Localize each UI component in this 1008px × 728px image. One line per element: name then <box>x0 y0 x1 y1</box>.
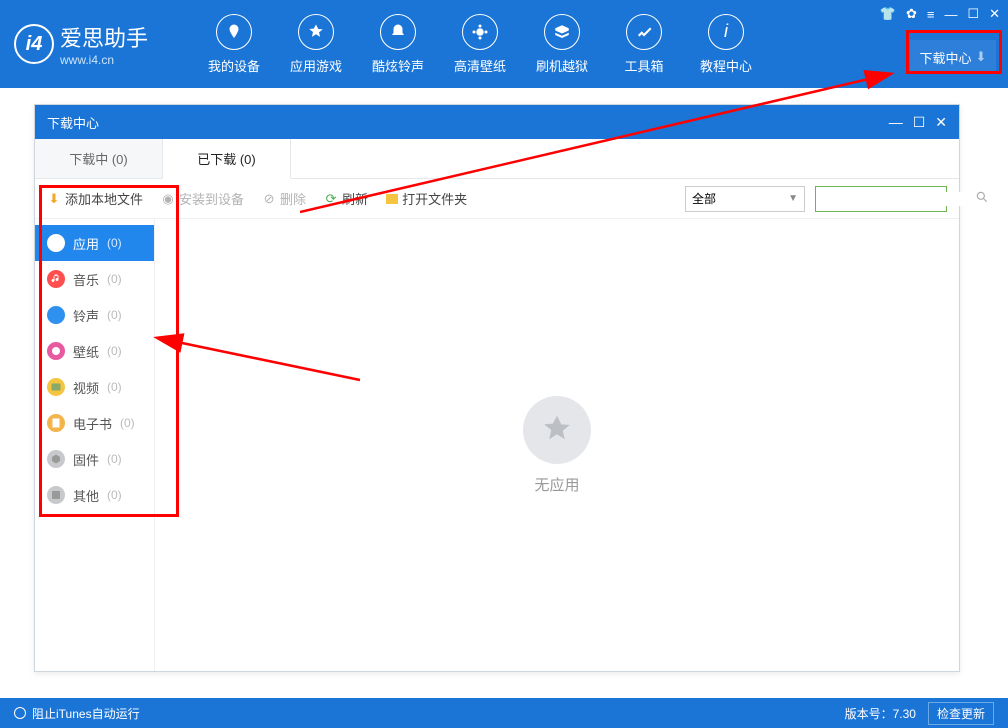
download-center-window: 下载中心 — ☐ ✕ 下载中 (0) 已下载 (0) ⬇添加本地文件 ◉安装到设… <box>34 104 960 672</box>
nav-tools[interactable]: 工具箱 <box>608 14 680 75</box>
tabs: 下载中 (0) 已下载 (0) <box>35 139 959 179</box>
minimize-button[interactable]: — <box>944 7 957 22</box>
inner-window-title: 下载中心 <box>47 113 99 132</box>
nav-wallpapers[interactable]: 高清壁纸 <box>444 14 516 75</box>
logo-icon: i4 <box>14 24 54 64</box>
nav-jailbreak[interactable]: 刷机越狱 <box>526 14 598 75</box>
version-label: 版本号：7.30 <box>845 705 916 722</box>
empty-state-text: 无应用 <box>534 474 579 495</box>
open-folder-button[interactable]: 打开文件夹 <box>386 189 467 208</box>
search-input[interactable] <box>820 192 975 206</box>
nav-my-device[interactable]: 我的设备 <box>198 14 270 75</box>
nav-tutorials[interactable]: i教程中心 <box>690 14 762 75</box>
feedback-icon[interactable]: ≡ <box>927 7 935 22</box>
tab-downloading[interactable]: 下载中 (0) <box>35 139 163 178</box>
gear-icon[interactable]: ✿ <box>906 6 917 22</box>
maximize-button[interactable]: ☐ <box>967 6 979 22</box>
search-icon[interactable] <box>975 190 989 207</box>
chevron-down-icon: ▼ <box>788 193 798 204</box>
annotation-highlight-2 <box>39 185 179 517</box>
search-box <box>815 186 947 212</box>
delete-icon: ⊘ <box>262 192 276 206</box>
window-controls: 👕 ✿ ≡ — ☐ ✕ <box>880 6 1000 22</box>
refresh-icon: ⟳ <box>324 192 338 206</box>
app-url: www.i4.cn <box>60 53 148 67</box>
status-bar: 阻止iTunes自动运行 版本号：7.30 检查更新 <box>0 698 1008 728</box>
main-nav: 我的设备 应用游戏 酷炫铃声 高清壁纸 刷机越狱 工具箱 i教程中心 <box>198 14 762 75</box>
delete-button[interactable]: ⊘删除 <box>262 189 306 208</box>
tab-downloaded[interactable]: 已下载 (0) <box>163 139 291 179</box>
inner-minimize[interactable]: — <box>889 114 903 131</box>
annotation-highlight-1 <box>906 30 1002 74</box>
inner-maximize[interactable]: ☐ <box>913 114 926 131</box>
logo: i4 爱思助手 www.i4.cn <box>14 21 148 67</box>
refresh-button[interactable]: ⟳刷新 <box>324 189 368 208</box>
check-update-button[interactable]: 检查更新 <box>928 702 994 725</box>
inner-window-header: 下载中心 — ☐ ✕ <box>35 105 959 139</box>
empty-state-icon <box>523 396 591 464</box>
app-name: 爱思助手 <box>60 21 148 53</box>
folder-icon <box>386 194 398 204</box>
nav-ringtones[interactable]: 酷炫铃声 <box>362 14 434 75</box>
inner-close[interactable]: ✕ <box>935 114 947 131</box>
filter-select[interactable]: 全部▼ <box>685 186 805 212</box>
nav-apps[interactable]: 应用游戏 <box>280 14 352 75</box>
shirt-icon[interactable]: 👕 <box>880 6 896 22</box>
main-content: 无应用 <box>155 219 959 671</box>
close-button[interactable]: ✕ <box>989 6 1000 22</box>
itunes-block-label: 阻止iTunes自动运行 <box>32 705 140 722</box>
itunes-block-toggle[interactable] <box>14 707 26 719</box>
app-header: i4 爱思助手 www.i4.cn 我的设备 应用游戏 酷炫铃声 高清壁纸 刷机… <box>0 0 1008 88</box>
